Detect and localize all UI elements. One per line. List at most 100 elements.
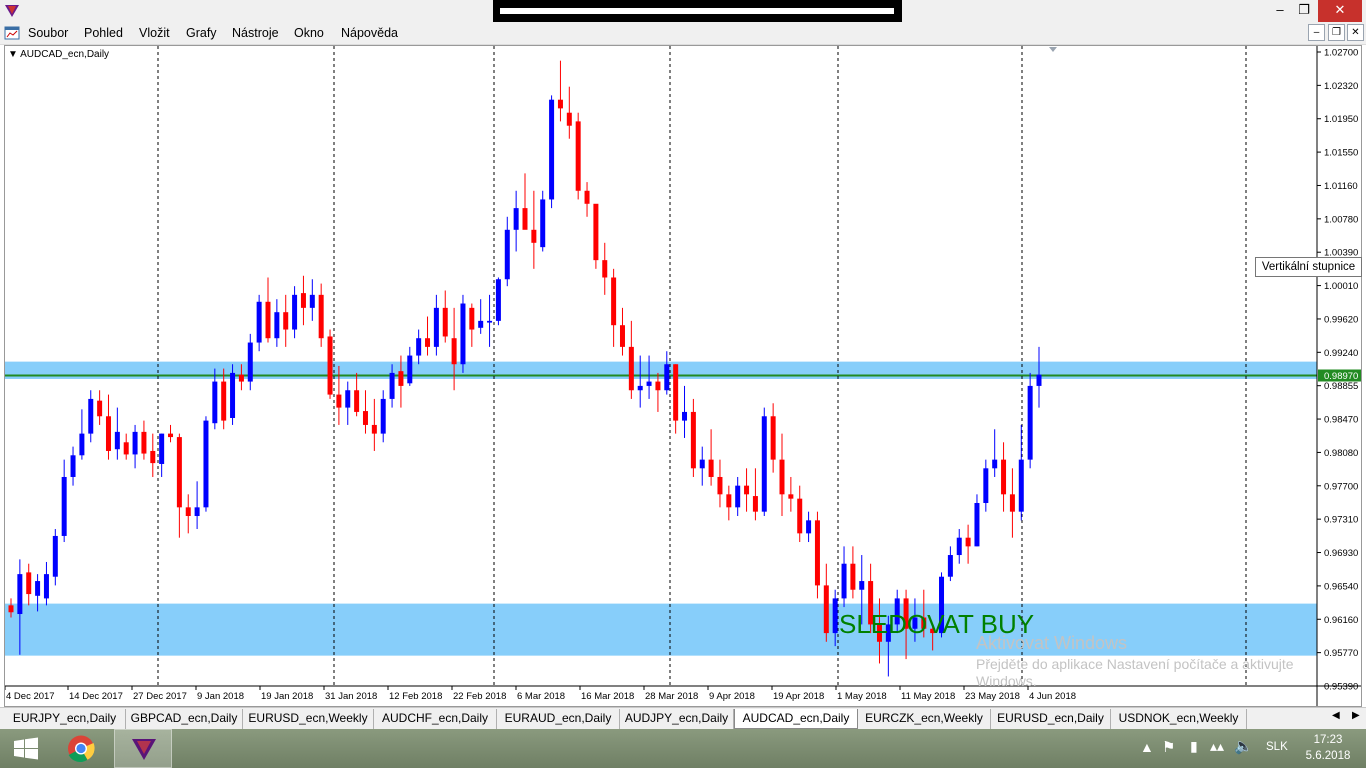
trading-app-icon [132, 739, 156, 760]
candle-body [345, 390, 351, 408]
tabs-scroll-right-icon[interactable]: ▶ [1352, 710, 1360, 721]
candle-body [726, 494, 732, 508]
trading-app-taskbar-button[interactable] [114, 729, 172, 768]
candle-body [788, 494, 794, 499]
candle-body [52, 535, 58, 577]
chart-restore-button[interactable]: ❐ [1328, 24, 1345, 41]
clock-time[interactable]: 17:23 [1300, 734, 1356, 746]
menu-soubor[interactable]: Soubor [28, 25, 68, 41]
price-label: 0.96160 [1324, 615, 1358, 626]
show-hidden-icons-icon[interactable]: ▲ [1140, 739, 1154, 755]
window-title-redacted [493, 0, 902, 22]
maximize-button[interactable]: ❐ [1290, 0, 1318, 22]
candle-body [566, 112, 572, 126]
menu-okno[interactable]: Okno [294, 25, 324, 41]
candle-body [531, 229, 537, 243]
candle-body [380, 398, 386, 434]
candle-body [97, 400, 103, 417]
candle-body [230, 372, 236, 419]
candle-body [79, 433, 85, 456]
candle-body [309, 294, 315, 308]
chart-tabs-bar: EURJPY_ecn,Daily GBPCAD_ecn,Daily EURUSD… [0, 707, 1366, 730]
tab-eurczk-weekly[interactable]: EURCZK_ecn,Weekly [858, 709, 991, 729]
candle-body [797, 498, 803, 534]
chart-window[interactable]: 1.02700 1.02320 1.01950 1.01550 1.01160 1.007… [4, 45, 1362, 707]
menu-pohled[interactable]: Pohled [84, 25, 123, 41]
date-label: 22 Feb 2018 [453, 691, 506, 702]
candle-body [557, 99, 563, 109]
current-price-label: 0.98970 [1324, 371, 1358, 382]
action-center-flag-icon[interactable]: ⚑ [1162, 738, 1175, 756]
chart-close-button[interactable]: ✕ [1347, 24, 1364, 41]
candle-body [770, 416, 776, 460]
candle-body [664, 364, 670, 391]
candle-body [628, 346, 634, 391]
candle-body [761, 416, 767, 512]
close-button[interactable]: ✕ [1318, 0, 1362, 22]
tab-eurusd-daily[interactable]: EURUSD_ecn,Daily [991, 709, 1111, 729]
candle-body [185, 507, 191, 517]
candle-body [274, 312, 280, 339]
menu-nastroje[interactable]: Nástroje [232, 25, 279, 41]
price-chart[interactable]: 1.02700 1.02320 1.01950 1.01550 1.01160 1.007… [5, 46, 1361, 706]
tab-audchf-daily[interactable]: AUDCHF_ecn,Daily [374, 709, 497, 729]
price-label: 0.96540 [1324, 581, 1358, 592]
chart-minimize-button[interactable]: – [1308, 24, 1325, 41]
candle-body [832, 598, 838, 634]
date-label: 27 Dec 2017 [133, 691, 187, 702]
tab-audcad-daily[interactable]: AUDCAD_ecn,Daily [734, 709, 858, 729]
candle-body [292, 294, 298, 330]
start-button[interactable] [0, 729, 52, 768]
candle-body [371, 424, 377, 434]
candle-body [132, 431, 138, 455]
candle-body [841, 563, 847, 599]
tab-gbpcad-daily[interactable]: GBPCAD_ecn,Daily [126, 709, 243, 729]
candle-body [433, 307, 439, 347]
candle-body [602, 260, 608, 278]
battery-icon[interactable]: ▮ [1190, 738, 1198, 755]
menu-vlozit[interactable]: Vložit [139, 25, 170, 41]
tab-audjpy-daily[interactable]: AUDJPY_ecn,Daily [620, 709, 734, 729]
chart-window-icon[interactable] [4, 25, 20, 41]
activation-watermark-line: Přejděte do aplikace Nastavení počítače … [976, 656, 1294, 672]
menu-napoveda[interactable]: Nápověda [341, 25, 398, 41]
chrome-icon[interactable] [56, 729, 106, 768]
candle-body [70, 455, 76, 477]
tab-eurjpy-daily[interactable]: EURJPY_ecn,Daily [4, 709, 126, 729]
candle-body [478, 320, 484, 328]
candle-body [717, 476, 723, 495]
candle-body [114, 431, 120, 450]
candle-body [283, 312, 289, 330]
tab-usdnok-weekly[interactable]: USDNOK_ecn,Weekly [1111, 709, 1247, 729]
volume-icon[interactable]: 🔈 [1234, 737, 1253, 755]
candle-body [549, 99, 555, 200]
network-signal-icon[interactable]: ▴▴ [1210, 738, 1224, 755]
dropdown-triangle-icon[interactable]: ▼ [8, 49, 18, 60]
candle-body [265, 301, 271, 339]
price-label: 0.98855 [1324, 381, 1358, 392]
menu-grafy[interactable]: Grafy [186, 25, 217, 41]
tabs-scroll-left-icon[interactable]: ◀ [1332, 710, 1340, 721]
candle-body [26, 572, 32, 595]
tooltip: Vertikální stupnice [1255, 257, 1362, 277]
title-bar: – ❐ ✕ [0, 0, 1366, 22]
date-label: 16 Mar 2018 [581, 691, 634, 702]
date-label: 4 Jun 2018 [1029, 691, 1076, 702]
keyboard-language[interactable]: SLK [1266, 741, 1288, 753]
price-label: 0.97700 [1324, 481, 1358, 492]
candle-body [318, 294, 324, 339]
clock-date[interactable]: 5.6.2018 [1300, 750, 1356, 762]
candle-body [735, 485, 741, 508]
candle-body [495, 279, 501, 321]
candle-body [806, 520, 812, 534]
candle-body [221, 381, 227, 421]
price-label: 0.96930 [1324, 548, 1358, 559]
price-label: 0.98080 [1324, 448, 1358, 459]
candle-body [300, 293, 306, 308]
tab-euraud-daily[interactable]: EURAUD_ecn,Daily [497, 709, 620, 729]
app-icon[interactable] [4, 3, 20, 19]
candle-body [43, 574, 49, 599]
candle-body [611, 277, 617, 326]
tab-eurusd-weekly[interactable]: EURUSD_ecn,Weekly [243, 709, 374, 729]
candle-body [425, 338, 431, 347]
